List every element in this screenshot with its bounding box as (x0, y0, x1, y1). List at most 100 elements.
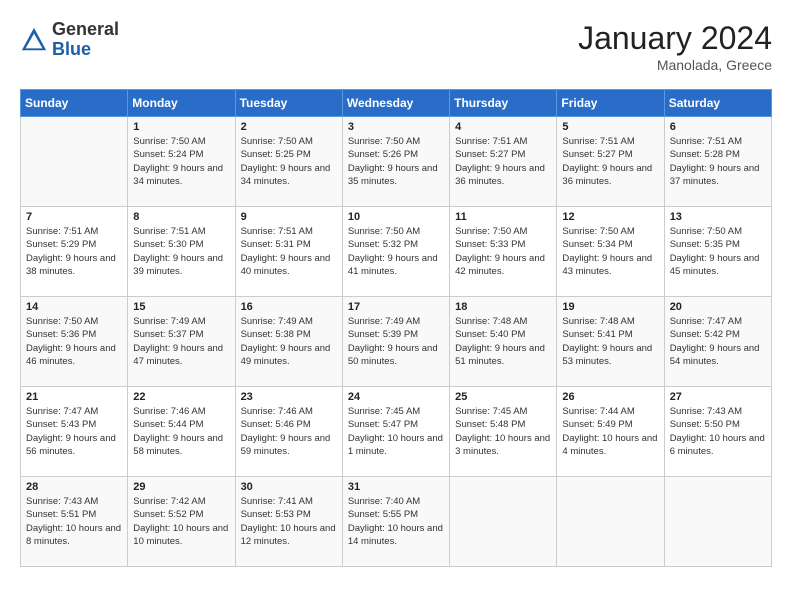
day-info: Sunrise: 7:51 AMSunset: 5:30 PMDaylight:… (133, 225, 229, 278)
calendar-cell: 26 Sunrise: 7:44 AMSunset: 5:49 PMDayligh… (557, 387, 664, 477)
title-block: January 2024 Manolada, Greece (578, 20, 772, 73)
day-number: 24 (348, 391, 444, 403)
day-number: 11 (455, 211, 551, 223)
calendar-cell (450, 477, 557, 567)
day-info: Sunrise: 7:50 AMSunset: 5:25 PMDaylight:… (241, 135, 337, 188)
day-number: 18 (455, 301, 551, 313)
day-info: Sunrise: 7:40 AMSunset: 5:55 PMDaylight:… (348, 495, 444, 548)
day-info: Sunrise: 7:49 AMSunset: 5:39 PMDaylight:… (348, 315, 444, 368)
calendar-cell (557, 477, 664, 567)
day-info: Sunrise: 7:51 AMSunset: 5:31 PMDaylight:… (241, 225, 337, 278)
day-number: 22 (133, 391, 229, 403)
day-info: Sunrise: 7:48 AMSunset: 5:41 PMDaylight:… (562, 315, 658, 368)
calendar-cell: 5 Sunrise: 7:51 AMSunset: 5:27 PMDaylight… (557, 117, 664, 207)
day-info: Sunrise: 7:51 AMSunset: 5:29 PMDaylight:… (26, 225, 122, 278)
day-number: 3 (348, 121, 444, 133)
calendar-week-row: 7 Sunrise: 7:51 AMSunset: 5:29 PMDaylight… (21, 207, 772, 297)
day-number: 27 (670, 391, 766, 403)
col-header-thursday: Thursday (450, 90, 557, 117)
day-number: 17 (348, 301, 444, 313)
calendar-cell: 18Sunrise: 7:48 AMSunset: 5:40 PMDayligh… (450, 297, 557, 387)
calendar-cell: 1 Sunrise: 7:50 AMSunset: 5:24 PMDaylight… (128, 117, 235, 207)
day-info: Sunrise: 7:49 AMSunset: 5:38 PMDaylight:… (241, 315, 337, 368)
day-info: Sunrise: 7:50 AMSunset: 5:34 PMDaylight:… (562, 225, 658, 278)
calendar-week-row: 21Sunrise: 7:47 AMSunset: 5:43 PMDayligh… (21, 387, 772, 477)
day-number: 12 (562, 211, 658, 223)
calendar-cell: 12 Sunrise: 7:50 AMSunset: 5:34 PMDayligh… (557, 207, 664, 297)
day-info: Sunrise: 7:51 AMSunset: 5:27 PMDaylight:… (562, 135, 658, 188)
col-header-monday: Monday (128, 90, 235, 117)
day-number: 5 (562, 121, 658, 133)
day-info: Sunrise: 7:46 AMSunset: 5:44 PMDaylight:… (133, 405, 229, 458)
calendar-cell: 23Sunrise: 7:46 AMSunset: 5:46 PMDayligh… (235, 387, 342, 477)
col-header-tuesday: Tuesday (235, 90, 342, 117)
day-number: 26 (562, 391, 658, 403)
page-header: General Blue January 2024 Manolada, Gree… (20, 20, 772, 73)
day-number: 20 (670, 301, 766, 313)
col-header-saturday: Saturday (664, 90, 771, 117)
logo-general-text: General (52, 20, 119, 40)
month-year-title: January 2024 (578, 20, 772, 57)
day-info: Sunrise: 7:50 AMSunset: 5:33 PMDaylight:… (455, 225, 551, 278)
col-header-sunday: Sunday (21, 90, 128, 117)
day-number: 21 (26, 391, 122, 403)
day-number: 1 (133, 121, 229, 133)
day-info: Sunrise: 7:45 AMSunset: 5:48 PMDaylight:… (455, 405, 551, 458)
day-info: Sunrise: 7:46 AMSunset: 5:46 PMDaylight:… (241, 405, 337, 458)
day-number: 28 (26, 481, 122, 493)
calendar-header-row: SundayMondayTuesdayWednesdayThursdayFrid… (21, 90, 772, 117)
calendar-cell: 19 Sunrise: 7:48 AMSunset: 5:41 PMDayligh… (557, 297, 664, 387)
day-number: 4 (455, 121, 551, 133)
day-info: Sunrise: 7:45 AMSunset: 5:47 PMDaylight:… (348, 405, 444, 458)
calendar-cell: 24 Sunrise: 7:45 AMSunset: 5:47 PMDayligh… (342, 387, 449, 477)
calendar-cell (21, 117, 128, 207)
day-info: Sunrise: 7:41 AMSunset: 5:53 PMDaylight:… (241, 495, 337, 548)
calendar-cell: 31Sunrise: 7:40 AMSunset: 5:55 PMDayligh… (342, 477, 449, 567)
calendar-table: SundayMondayTuesdayWednesdayThursdayFrid… (20, 89, 772, 567)
day-info: Sunrise: 7:50 AMSunset: 5:26 PMDaylight:… (348, 135, 444, 188)
day-info: Sunrise: 7:50 AMSunset: 5:35 PMDaylight:… (670, 225, 766, 278)
col-header-friday: Friday (557, 90, 664, 117)
day-info: Sunrise: 7:43 AMSunset: 5:50 PMDaylight:… (670, 405, 766, 458)
day-number: 2 (241, 121, 337, 133)
day-number: 19 (562, 301, 658, 313)
day-info: Sunrise: 7:43 AMSunset: 5:51 PMDaylight:… (26, 495, 122, 548)
day-info: Sunrise: 7:50 AMSunset: 5:24 PMDaylight:… (133, 135, 229, 188)
day-number: 7 (26, 211, 122, 223)
day-info: Sunrise: 7:50 AMSunset: 5:36 PMDaylight:… (26, 315, 122, 368)
calendar-cell: 11 Sunrise: 7:50 AMSunset: 5:33 PMDayligh… (450, 207, 557, 297)
col-header-wednesday: Wednesday (342, 90, 449, 117)
day-number: 9 (241, 211, 337, 223)
day-info: Sunrise: 7:50 AMSunset: 5:32 PMDaylight:… (348, 225, 444, 278)
day-number: 15 (133, 301, 229, 313)
day-number: 16 (241, 301, 337, 313)
day-info: Sunrise: 7:42 AMSunset: 5:52 PMDaylight:… (133, 495, 229, 548)
day-info: Sunrise: 7:47 AMSunset: 5:42 PMDaylight:… (670, 315, 766, 368)
calendar-week-row: 28 Sunrise: 7:43 AMSunset: 5:51 PMDayligh… (21, 477, 772, 567)
calendar-cell: 2 Sunrise: 7:50 AMSunset: 5:25 PMDaylight… (235, 117, 342, 207)
calendar-cell: 25Sunrise: 7:45 AMSunset: 5:48 PMDayligh… (450, 387, 557, 477)
calendar-cell: 9 Sunrise: 7:51 AMSunset: 5:31 PMDaylight… (235, 207, 342, 297)
calendar-cell: 14 Sunrise: 7:50 AMSunset: 5:36 PMDayligh… (21, 297, 128, 387)
day-info: Sunrise: 7:51 AMSunset: 5:28 PMDaylight:… (670, 135, 766, 188)
day-number: 8 (133, 211, 229, 223)
calendar-week-row: 14 Sunrise: 7:50 AMSunset: 5:36 PMDayligh… (21, 297, 772, 387)
calendar-cell: 30 Sunrise: 7:41 AMSunset: 5:53 PMDayligh… (235, 477, 342, 567)
calendar-cell: 17 Sunrise: 7:49 AMSunset: 5:39 PMDayligh… (342, 297, 449, 387)
calendar-cell: 16 Sunrise: 7:49 AMSunset: 5:38 PMDayligh… (235, 297, 342, 387)
calendar-cell: 29Sunrise: 7:42 AMSunset: 5:52 PMDayligh… (128, 477, 235, 567)
day-number: 30 (241, 481, 337, 493)
calendar-cell: 28 Sunrise: 7:43 AMSunset: 5:51 PMDayligh… (21, 477, 128, 567)
day-number: 10 (348, 211, 444, 223)
day-number: 6 (670, 121, 766, 133)
logo-blue-text: Blue (52, 40, 119, 60)
day-number: 13 (670, 211, 766, 223)
day-info: Sunrise: 7:44 AMSunset: 5:49 PMDaylight:… (562, 405, 658, 458)
day-number: 14 (26, 301, 122, 313)
day-info: Sunrise: 7:49 AMSunset: 5:37 PMDaylight:… (133, 315, 229, 368)
calendar-cell: 20 Sunrise: 7:47 AMSunset: 5:42 PMDayligh… (664, 297, 771, 387)
location-subtitle: Manolada, Greece (578, 57, 772, 73)
calendar-cell: 3 Sunrise: 7:50 AMSunset: 5:26 PMDaylight… (342, 117, 449, 207)
logo-text: General Blue (52, 20, 119, 60)
calendar-cell: 27 Sunrise: 7:43 AMSunset: 5:50 PMDayligh… (664, 387, 771, 477)
